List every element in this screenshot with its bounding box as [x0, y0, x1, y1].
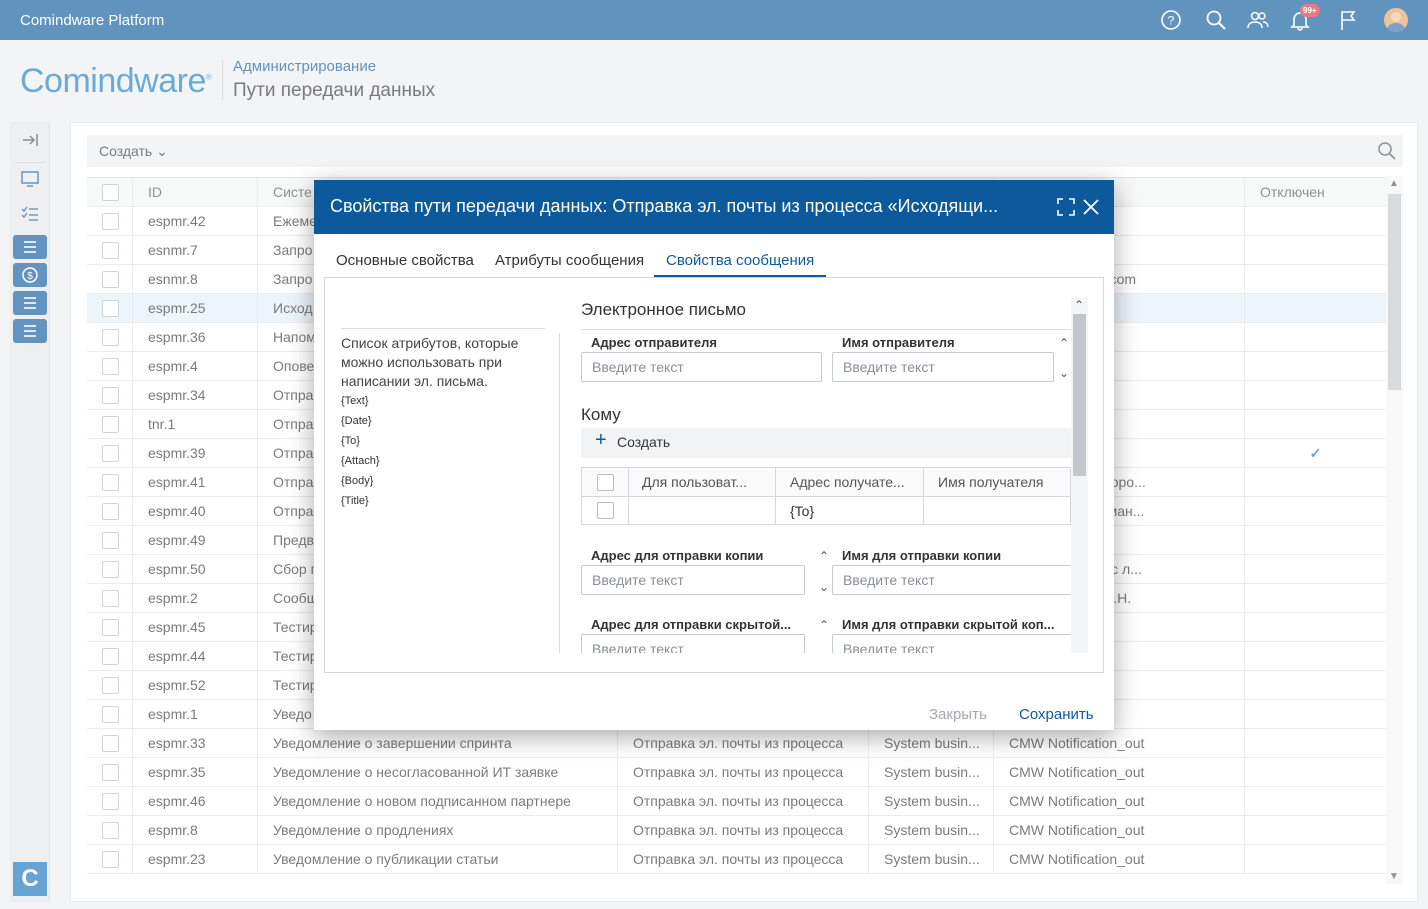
plus-icon: +	[595, 429, 607, 451]
bcc-name-label: Имя для отправки скрытой коп...	[842, 617, 1055, 632]
column-recipient-name[interactable]: Имя получателя	[924, 468, 1070, 497]
save-button[interactable]: Сохранить	[1019, 706, 1094, 723]
close-icon[interactable]	[1081, 197, 1101, 217]
dialog-title: Свойства пути передачи данных: Отправка …	[330, 196, 999, 216]
section-divider	[581, 329, 1071, 330]
panel-scroll-thumb[interactable]	[1073, 314, 1086, 476]
tab-message-attributes[interactable]: Атрибуты сообщения	[483, 250, 656, 277]
sender-address-label: Адрес отправителя	[591, 335, 717, 350]
tab-message-properties[interactable]: Свойства сообщения	[654, 250, 827, 277]
attribute-item: {To}	[341, 435, 360, 447]
message-properties-panel: Список атрибутов, которые можно использо…	[324, 278, 1104, 673]
column-divider	[559, 333, 560, 653]
cc-name-input[interactable]: Введите текст	[832, 565, 1072, 595]
section-to-title: Кому	[581, 405, 621, 424]
panel-scrollbar[interactable]: ⌃	[1071, 298, 1088, 653]
section-email-title: Электронное письмо	[581, 300, 746, 319]
data-route-properties-dialog: Свойства пути передачи данных: Отправка …	[314, 180, 1114, 730]
recipients-header: Для пользоват... Адрес получате... Имя п…	[582, 468, 1070, 497]
attribute-item: {Attach}	[341, 455, 380, 467]
attribute-item: {Title}	[341, 495, 369, 507]
row-checkbox[interactable]	[597, 502, 614, 519]
cc-name-label: Имя для отправки копии	[842, 548, 1002, 563]
chevron-up-icon[interactable]: ⌃	[1072, 298, 1086, 312]
email-settings: Электронное письмо Адрес отправителя Имя…	[581, 278, 1081, 653]
column-for-user[interactable]: Для пользоват...	[628, 468, 776, 497]
grid-divider	[628, 468, 629, 525]
attribute-item: {Body}	[341, 475, 374, 487]
sender-address-input[interactable]: Введите текст	[581, 352, 822, 382]
cc-address-label: Адрес для отправки копии	[591, 548, 764, 563]
recipient-row[interactable]: {To}	[582, 497, 1070, 525]
chevron-down-icon[interactable]: ⌄	[1057, 366, 1071, 380]
dialog-header: Свойства пути передачи данных: Отправка …	[314, 180, 1114, 234]
sender-name-label: Имя отправителя	[842, 335, 955, 350]
sender-name-input[interactable]: Введите текст	[832, 352, 1054, 382]
bcc-address-input[interactable]: Введите текст	[581, 634, 805, 653]
bcc-name-input[interactable]: Введите текст	[832, 634, 1072, 653]
attributes-list: {Text} {Date} {To} {Attach} {Body} {Title}	[341, 391, 545, 511]
bcc-address-label: Адрес для отправки скрытой...	[591, 617, 792, 632]
chevron-up-icon[interactable]: ⌃	[817, 618, 831, 632]
attributes-help: Список атрибутов, которые можно использо…	[341, 328, 545, 511]
recipients-grid: Для пользоват... Адрес получате... Имя п…	[581, 467, 1071, 525]
recipient-address-cell[interactable]: {To}	[776, 497, 924, 525]
attribute-item: {Text}	[341, 395, 369, 407]
cc-address-input[interactable]: Введите текст	[581, 565, 805, 595]
select-all-checkbox[interactable]	[597, 474, 614, 491]
column-recipient-address[interactable]: Адрес получате...	[776, 468, 924, 497]
recipient-name-cell[interactable]	[924, 497, 1070, 525]
recipient-user-cell[interactable]	[628, 497, 776, 525]
chevron-up-icon[interactable]: ⌃	[817, 549, 831, 563]
attribute-item: {Date}	[341, 415, 372, 427]
close-button[interactable]: Закрыть	[929, 706, 987, 723]
attributes-hint: Список атрибутов, которые можно использо…	[341, 328, 545, 391]
maximize-icon[interactable]	[1056, 197, 1076, 217]
add-recipient-bar: + Создать	[581, 428, 1071, 458]
add-recipient-button[interactable]: Создать	[617, 434, 670, 450]
chevron-down-icon[interactable]: ⌄	[817, 580, 831, 594]
tab-main-properties[interactable]: Основные свойства	[324, 250, 486, 277]
chevron-up-icon[interactable]: ⌃	[1057, 336, 1071, 350]
